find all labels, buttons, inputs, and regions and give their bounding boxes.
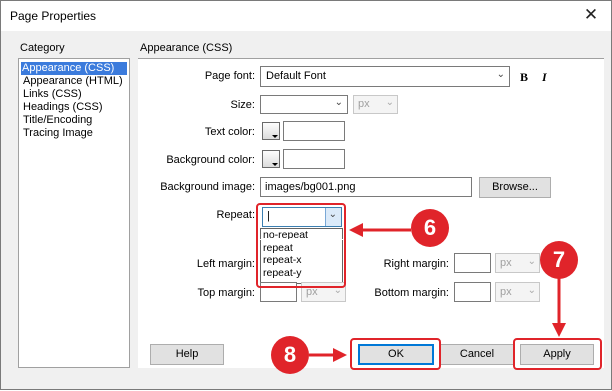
page-properties-dialog: Page Properties ✕ Category Appearance (C… bbox=[0, 0, 612, 390]
step-6-badge: 6 bbox=[411, 209, 449, 247]
step-7-badge: 7 bbox=[540, 241, 578, 279]
annotation-arrows bbox=[309, 223, 566, 362]
step-8-badge: 8 bbox=[271, 336, 309, 374]
